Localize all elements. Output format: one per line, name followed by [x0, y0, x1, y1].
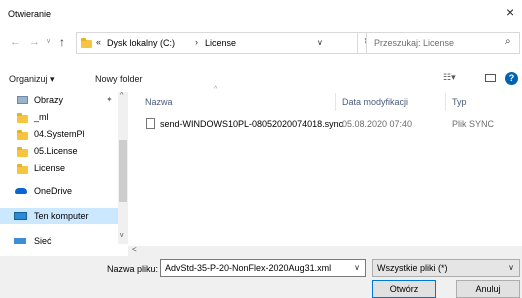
sidebar-item-onedrive[interactable]: OneDrive [0, 183, 118, 199]
sidebar-item-label: Obrazy [34, 95, 64, 105]
pictures-icon [17, 96, 28, 104]
search-icon: ⌕ [505, 36, 511, 47]
sidebar-item-04systempl[interactable]: 04.SystemPl [0, 126, 118, 142]
address-prefix[interactable]: « [96, 37, 101, 47]
up-arrow-icon[interactable]: ↑ [59, 35, 65, 49]
new-folder-button[interactable]: Nowy folder [95, 74, 143, 84]
sidebar-item-05license[interactable]: 05.License [0, 143, 118, 159]
view-options-icon[interactable]: ☷▾ [443, 72, 456, 83]
folder-icon [17, 147, 28, 157]
file-date: 05.08.2020 07:40 [342, 119, 413, 129]
folder-icon [17, 130, 28, 140]
file-icon [146, 118, 155, 129]
back-arrow-icon[interactable]: ← [10, 36, 21, 48]
sidebar-item-label: 05.License [34, 146, 78, 156]
network-icon [14, 238, 26, 244]
cloud-icon [15, 188, 27, 194]
close-icon[interactable]: × [506, 4, 514, 20]
column-divider[interactable] [445, 93, 446, 111]
file-list: ^ Nazwa Data modyfikacji Typ send-WINDOW… [128, 86, 522, 246]
organize-button[interactable]: Organizuj ▾ [9, 74, 55, 85]
filename-label: Nazwa pliku: [107, 264, 159, 274]
search-box[interactable]: Przeszukaj: License ⌕ [366, 32, 520, 54]
nav-bar: ← → ∨ ↑ « Dysk lokalny (C:) › License ∨ … [0, 32, 522, 56]
filename-field[interactable]: AdvStd-35-P-20-NonFlex-2020Aug31.xml ∨ [160, 259, 366, 277]
sidebar-item-label: Sieć [34, 236, 52, 244]
scroll-down-icon[interactable]: v [120, 232, 124, 239]
filetype-dropdown-icon[interactable]: ∨ [508, 260, 514, 276]
filename-dropdown-icon[interactable]: ∨ [354, 260, 360, 276]
title-bar: Otwieranie × [0, 0, 522, 28]
column-divider[interactable] [335, 93, 336, 111]
sidebar-item-ten-komputer[interactable]: Ten komputer [0, 208, 128, 224]
sidebar-item-ml[interactable]: _ml [0, 109, 118, 125]
sidebar-item-obrazy[interactable]: Obrazy ✦ [0, 92, 118, 108]
open-button[interactable]: Otwórz [372, 280, 436, 298]
filetype-select[interactable]: Wszystkie pliki (*) ∨ [372, 259, 520, 277]
address-bar[interactable]: « Dysk lokalny (C:) › License ∨ [76, 32, 358, 54]
file-name[interactable]: send-WINDOWS10PL-08052020074018.sync [160, 119, 343, 129]
sidebar-item-label: 04.SystemPl [34, 129, 85, 139]
folder-icon [81, 38, 92, 48]
search-input[interactable]: Przeszukaj: License [374, 38, 454, 48]
sidebar-item-label: _ml [34, 112, 49, 122]
table-row[interactable]: send-WINDOWS10PL-08052020074018.sync 05.… [138, 116, 522, 132]
toolbar: Organizuj ▾ Nowy folder ☷▾ ? [0, 68, 522, 90]
breadcrumb-license[interactable]: License [205, 38, 236, 48]
cancel-button[interactable]: Anuluj [456, 280, 520, 298]
file-type: Plik SYNC [452, 119, 495, 129]
sidebar-item-siec[interactable]: Sieć [0, 233, 118, 244]
horizontal-scrollbar[interactable]: < [128, 245, 522, 256]
sidebar-scrollbar[interactable]: ^ v [118, 92, 128, 244]
folder-icon [17, 113, 28, 123]
filename-value[interactable]: AdvStd-35-P-20-NonFlex-2020Aug31.xml [165, 263, 331, 273]
navigation-pane: Obrazy ✦ _ml 04.SystemPl 05.License Lice… [0, 92, 128, 244]
preview-pane-icon[interactable] [485, 74, 496, 82]
window-title: Otwieranie [8, 9, 52, 19]
column-header-type[interactable]: Typ [452, 97, 467, 107]
pin-icon[interactable]: ✦ [106, 92, 113, 108]
filetype-value[interactable]: Wszystkie pliki (*) [377, 263, 448, 273]
sort-indicator-icon: ^ [214, 86, 218, 93]
computer-icon [14, 212, 27, 220]
scroll-left-icon[interactable]: < [132, 245, 137, 254]
column-header-name[interactable]: Nazwa [145, 97, 173, 107]
footer: Nazwa pliku: AdvStd-35-P-20-NonFlex-2020… [0, 256, 522, 298]
scroll-up-icon[interactable]: ^ [120, 92, 123, 99]
sidebar-item-label: License [34, 163, 66, 173]
column-header-date[interactable]: Data modyfikacji [342, 97, 408, 107]
sidebar-item-label: OneDrive [34, 186, 73, 196]
help-icon[interactable]: ? [505, 72, 518, 85]
address-dropdown-icon[interactable]: ∨ [317, 38, 323, 47]
breadcrumb-drive[interactable]: Dysk lokalny (C:) [107, 38, 175, 48]
sidebar-item-license[interactable]: License [0, 160, 118, 176]
forward-arrow-icon[interactable]: → [29, 36, 40, 48]
folder-icon [17, 164, 28, 174]
recent-dropdown-icon[interactable]: ∨ [46, 37, 51, 45]
scroll-thumb[interactable] [119, 140, 127, 202]
sidebar-item-label: Ten komputer [34, 211, 89, 221]
breadcrumb-separator: › [195, 37, 198, 47]
